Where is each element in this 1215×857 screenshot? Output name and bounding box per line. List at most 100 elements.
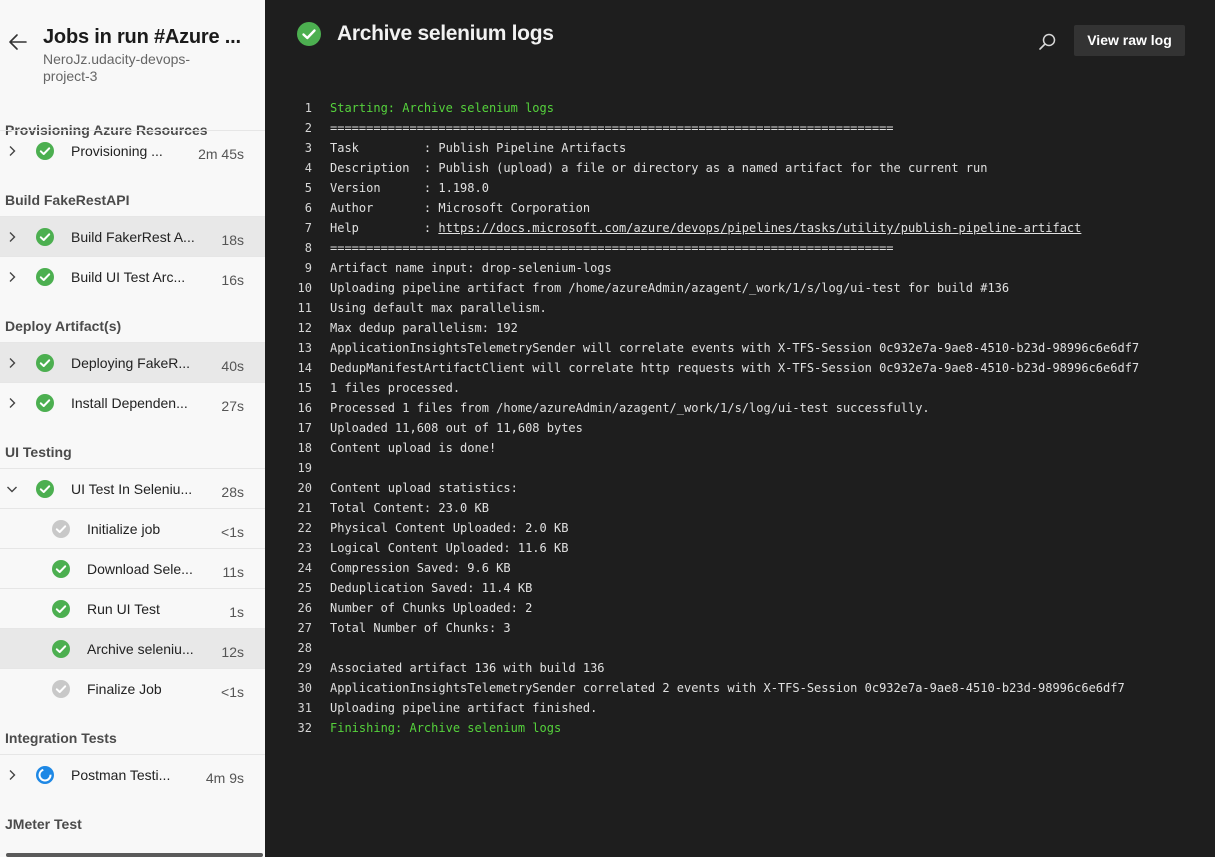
log-line-text: Artifact name input: drop-selenium-logs <box>330 261 612 275</box>
line-number: 27 <box>297 621 312 635</box>
step-duration: <1s <box>221 684 244 700</box>
job-label: Postman Testi... <box>71 767 171 783</box>
help-link[interactable]: https://docs.microsoft.com/azure/devops/… <box>438 221 1081 235</box>
job-row[interactable]: Deploying FakeR... 40s <box>0 342 265 382</box>
jobs-sidebar: Jobs in run #Azure ... NeroJz.udacity-de… <box>0 0 265 857</box>
line-number: 17 <box>297 421 312 435</box>
chevron-right-icon[interactable] <box>6 270 18 282</box>
line-number: 12 <box>297 321 312 335</box>
log-line: 5 Version : 1.198.0 <box>265 178 1215 198</box>
step-row[interactable]: Finalize Job <1s <box>0 668 265 708</box>
success-check-icon <box>52 560 70 578</box>
job-row[interactable]: Install Dependen... 27s <box>0 382 265 422</box>
job-row[interactable]: Build UI Test Arc... 16s <box>0 256 265 296</box>
line-number: 3 <box>304 141 312 155</box>
job-duration: 27s <box>221 398 244 414</box>
log-line-text: Associated artifact 136 with build 136 <box>330 661 605 675</box>
job-duration: 2m 45s <box>198 146 244 162</box>
log-line-text: Content upload statistics: <box>330 481 518 495</box>
log-line-text: Compression Saved: 9.6 KB <box>330 561 511 575</box>
job-row[interactable]: Postman Testi... 4m 9s <box>0 754 265 794</box>
log-line-text: Using default max parallelism. <box>330 301 547 315</box>
back-button[interactable] <box>6 30 30 54</box>
step-row[interactable]: Run UI Test 1s <box>0 588 265 628</box>
step-label: Initialize job <box>87 521 161 537</box>
step-row[interactable]: Archive seleniu... 12s <box>0 628 265 668</box>
step-label: Download Sele... <box>87 561 193 577</box>
log-line: 8 =======================================… <box>265 238 1215 258</box>
log-line: 14 DedupManifestArtifactClient will corre… <box>265 358 1215 378</box>
job-label: UI Test In Seleniu... <box>71 481 193 497</box>
chevron-right-icon[interactable] <box>6 768 18 780</box>
success-check-icon <box>36 394 54 412</box>
log-line: 17 Uploaded 11,608 out of 11,608 bytes <box>265 418 1215 438</box>
line-number: 13 <box>297 341 312 355</box>
line-number: 25 <box>297 581 312 595</box>
stage-header: JMeter Test <box>5 816 82 832</box>
job-label: Deploying FakeR... <box>71 355 191 371</box>
stage-header: Build FakeRestAPI <box>5 192 130 208</box>
job-row[interactable]: Provisioning ... 2m 45s <box>0 130 265 170</box>
line-number: 24 <box>297 561 312 575</box>
step-duration: 1s <box>229 604 244 620</box>
line-number: 16 <box>297 401 312 415</box>
chevron-down-icon[interactable] <box>6 482 18 494</box>
log-line: 21 Total Content: 23.0 KB <box>265 498 1215 518</box>
skipped-check-icon <box>52 520 70 538</box>
search-icon[interactable] <box>1037 32 1057 52</box>
step-label: Archive seleniu... <box>87 641 194 657</box>
line-number: 8 <box>304 241 312 255</box>
log-line: 27 Total Number of Chunks: 3 <box>265 618 1215 638</box>
job-row[interactable]: UI Test In Seleniu... 28s <box>0 468 265 508</box>
log-panel: Archive selenium logs View raw log 1 Star… <box>265 0 1215 857</box>
job-label: Install Dependen... <box>71 395 188 411</box>
job-row[interactable]: Build FakerRest A... 18s <box>0 216 265 256</box>
log-line-text: Processed 1 files from /home/azureAdmin/… <box>330 401 930 415</box>
log-line-text: Description : Publish (upload) a file or… <box>330 161 988 175</box>
line-number: 32 <box>297 721 312 735</box>
log-line: 12 Max dedup parallelism: 192 <box>265 318 1215 338</box>
log-header: Archive selenium logs View raw log <box>265 0 1215 80</box>
sidebar-header: Jobs in run #Azure ... NeroJz.udacity-de… <box>0 0 265 100</box>
line-number: 10 <box>297 281 312 295</box>
stage-header: Deploy Artifact(s) <box>5 318 122 334</box>
chevron-right-icon[interactable] <box>6 230 18 242</box>
line-number: 2 <box>304 121 312 135</box>
log-line-text: Max dedup parallelism: 192 <box>330 321 518 335</box>
log-line-text: Number of Chunks Uploaded: 2 <box>330 601 533 615</box>
step-row[interactable]: Download Sele... 11s <box>0 548 265 588</box>
chevron-right-icon[interactable] <box>6 396 18 408</box>
line-number: 9 <box>304 261 312 275</box>
stage-header: UI Testing <box>5 444 72 460</box>
log-line-text: Total Content: 23.0 KB <box>330 501 489 515</box>
step-label: Run UI Test <box>87 601 160 617</box>
job-duration: 16s <box>221 272 244 288</box>
line-number: 7 <box>304 221 312 235</box>
step-row[interactable]: Initialize job <1s <box>0 508 265 548</box>
line-number: 6 <box>304 201 312 215</box>
success-check-icon <box>52 640 70 658</box>
in-progress-icon <box>36 766 54 784</box>
line-number: 11 <box>297 301 312 315</box>
line-number: 4 <box>304 161 312 175</box>
log-line-text: ApplicationInsightsTelemetrySender will … <box>330 341 1140 355</box>
log-line-text: Help : https://docs.microsoft.com/azure/… <box>330 221 1082 235</box>
log-line: 6 Author : Microsoft Corporation <box>265 198 1215 218</box>
stage-header: Provisioning Azure Resources <box>5 122 208 138</box>
log-line-text: DedupManifestArtifactClient will correla… <box>330 361 1140 375</box>
success-check-icon <box>36 228 54 246</box>
log-line: 9 Artifact name input: drop-selenium-logs <box>265 258 1215 278</box>
line-number: 29 <box>297 661 312 675</box>
line-number: 26 <box>297 601 312 615</box>
chevron-right-icon[interactable] <box>6 356 18 368</box>
chevron-right-icon[interactable] <box>6 144 18 156</box>
log-line: 22 Physical Content Uploaded: 2.0 KB <box>265 518 1215 538</box>
log-line: 13 ApplicationInsightsTelemetrySender wil… <box>265 338 1215 358</box>
horizontal-scrollbar[interactable] <box>6 853 263 857</box>
line-number: 1 <box>304 101 312 115</box>
log-line: 31 Uploading pipeline artifact finished. <box>265 698 1215 718</box>
step-duration: 12s <box>221 644 244 660</box>
log-line-text: Starting: Archive selenium logs <box>330 101 554 115</box>
line-number: 28 <box>297 641 312 655</box>
view-raw-log-button[interactable]: View raw log <box>1074 25 1185 56</box>
